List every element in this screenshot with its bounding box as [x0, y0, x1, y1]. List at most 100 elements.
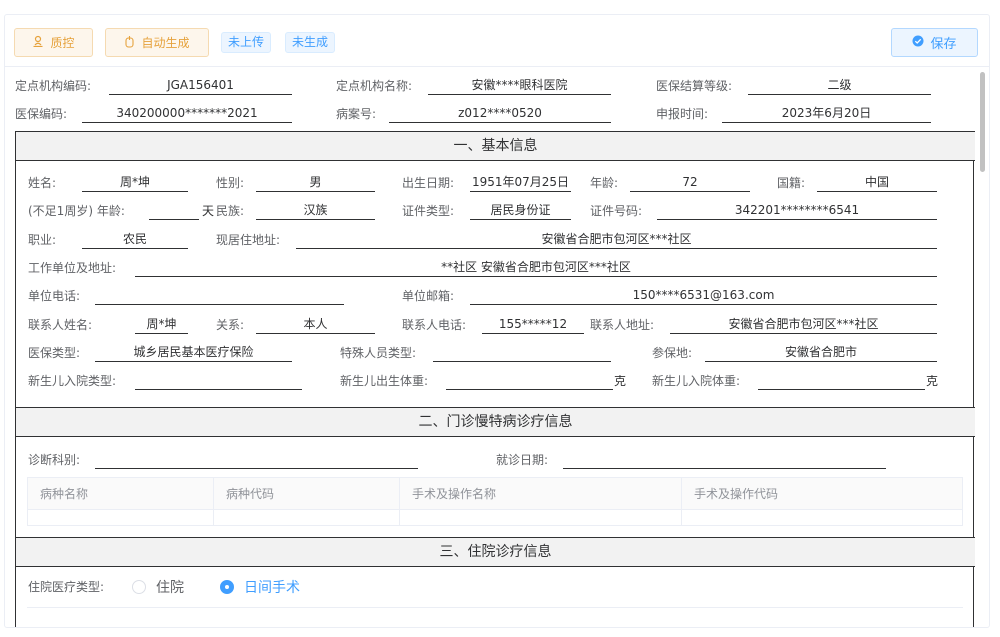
hand-icon: [124, 35, 135, 51]
job-label: 职业:: [28, 233, 57, 247]
radio-circle-icon: [132, 580, 146, 594]
auto-generate-label: 自动生成: [141, 36, 190, 50]
upload-status-tag: 未上传: [221, 32, 272, 53]
contact-addr-label: 联系人地址:: [590, 318, 655, 332]
diag-dept-field[interactable]: [95, 451, 418, 469]
contact-name-field[interactable]: 周*坤: [135, 316, 188, 334]
ins-type-label: 医保类型:: [28, 346, 81, 360]
section-inpatient-header: 三、住院诊疗信息: [16, 537, 975, 567]
save-button[interactable]: 保存: [891, 28, 978, 57]
relation-field[interactable]: 本人: [256, 316, 375, 334]
report-time-field[interactable]: 2023年6月20日: [722, 105, 931, 123]
contact-name-label: 联系人姓名:: [28, 318, 93, 332]
section-outpatient-header: 二、门诊慢特病诊疗信息: [16, 407, 975, 437]
work-label: 工作单位及地址:: [28, 261, 117, 275]
contact-addr-field[interactable]: 安徽省合肥市包河区***社区: [670, 316, 937, 334]
special-label: 特殊人员类型:: [340, 346, 417, 360]
id-no-field[interactable]: 342201********6541: [657, 202, 937, 220]
age-label: 年龄:: [590, 176, 619, 190]
qc-button[interactable]: 质控: [14, 28, 93, 57]
newborn-birth-weight-label: 新生儿出生体重:: [340, 374, 429, 388]
nation-field[interactable]: 中国: [817, 174, 937, 192]
settle-level-field[interactable]: 二级: [748, 77, 931, 95]
newborn-birth-weight-unit: 克: [614, 374, 627, 388]
newborn-admit-weight-unit: 克: [926, 374, 939, 388]
radio-inpatient[interactable]: 住院: [132, 577, 184, 597]
report-time-label: 申报时间:: [656, 107, 709, 121]
work-phone-field[interactable]: [95, 287, 344, 305]
ethnic-field[interactable]: 汉族: [256, 202, 375, 220]
case-no-field[interactable]: z012****0520: [389, 105, 611, 123]
work-email-field[interactable]: 150****6531@163.com: [470, 287, 937, 305]
sex-field[interactable]: 男: [256, 174, 375, 192]
address-field[interactable]: 安徽省合肥市包河区***社区: [296, 231, 937, 249]
visit-date-field[interactable]: [563, 451, 886, 469]
id-type-label: 证件类型:: [402, 204, 455, 218]
divider: [27, 607, 963, 608]
table-cell[interactable]: [682, 510, 962, 525]
generate-status-tag: 未生成: [285, 32, 336, 53]
id-type-field[interactable]: 居民身份证: [470, 202, 571, 220]
relation-label: 关系:: [216, 318, 245, 332]
qc-button-label: 质控: [50, 36, 75, 50]
toolbar-divider: [5, 66, 989, 67]
org-name-label: 定点机构名称:: [336, 79, 413, 93]
table-cell[interactable]: [214, 510, 400, 525]
contact-phone-field[interactable]: 155*****12: [482, 316, 584, 334]
settle-level-label: 医保结算等级:: [656, 79, 733, 93]
org-code-field[interactable]: JGA156401: [109, 77, 292, 95]
contact-phone-label: 联系人电话:: [402, 318, 467, 332]
ins-type-field[interactable]: 城乡居民基本医疗保险: [95, 344, 292, 362]
radio-checked-icon: [220, 580, 234, 594]
table-cell[interactable]: [28, 510, 214, 525]
infant-age-field[interactable]: [149, 202, 199, 220]
special-field[interactable]: [433, 344, 611, 362]
id-no-label: 证件号码:: [590, 204, 643, 218]
table-header-disease-code: 病种代码: [214, 478, 400, 510]
work-email-label: 单位邮箱:: [402, 289, 455, 303]
auto-generate-button[interactable]: 自动生成: [105, 28, 209, 57]
ethnic-label: 民族:: [216, 204, 245, 218]
radio-inpatient-label: 住院: [156, 580, 184, 596]
scrollbar-thumb[interactable]: [980, 72, 985, 172]
newborn-type-label: 新生儿入院类型:: [28, 374, 117, 388]
check-circle-icon: [912, 35, 924, 51]
birth-field[interactable]: 1951年07月25日: [470, 174, 571, 192]
infant-age-label: (不足1周岁) 年龄:: [28, 204, 125, 218]
inpatient-type-label: 住院医疗类型:: [28, 580, 105, 594]
age-field[interactable]: 72: [630, 174, 750, 192]
birth-label: 出生日期:: [402, 176, 455, 190]
record-card: 质控 自动生成 未上传 未生成 保存 定点机构编码: JGA156401 定点机…: [4, 14, 990, 628]
radio-day-surgery-label: 日间手术: [244, 580, 300, 596]
name-field[interactable]: 周*坤: [82, 174, 188, 192]
insurance-code-field[interactable]: 340200000*******2021: [82, 105, 292, 123]
sex-label: 性别:: [216, 176, 245, 190]
table-cell[interactable]: [400, 510, 682, 525]
org-code-label: 定点机构编码:: [15, 79, 92, 93]
newborn-admit-weight-field[interactable]: [758, 372, 925, 390]
newborn-birth-weight-field[interactable]: [446, 372, 613, 390]
ins-place-field[interactable]: 安徽省合肥市: [705, 344, 937, 362]
org-name-field[interactable]: 安徽****眼科医院: [428, 77, 611, 95]
insurance-code-label: 医保编码:: [15, 107, 68, 121]
diag-dept-label: 诊断科别:: [28, 453, 81, 467]
visit-date-label: 就诊日期:: [496, 453, 549, 467]
work-field[interactable]: **社区 安徽省合肥市包河区***社区: [135, 259, 937, 277]
table-header-disease-name: 病种名称: [28, 478, 214, 510]
section-basic-header: 一、基本信息: [16, 131, 975, 161]
table-header-surgery-code: 手术及操作代码: [682, 478, 962, 510]
disease-table: 病种名称 病种代码 手术及操作名称 手术及操作代码: [27, 477, 963, 526]
save-button-label: 保存: [930, 37, 957, 52]
table-header-surgery-name: 手术及操作名称: [400, 478, 682, 510]
name-label: 姓名:: [28, 176, 57, 190]
newborn-type-field[interactable]: [135, 372, 302, 390]
newborn-admit-weight-label: 新生儿入院体重:: [652, 374, 741, 388]
case-no-label: 病案号:: [336, 107, 377, 121]
user-icon: [32, 35, 44, 50]
job-field[interactable]: 农民: [82, 231, 188, 249]
radio-day-surgery[interactable]: 日间手术: [220, 577, 300, 597]
nation-label: 国籍:: [777, 176, 806, 190]
form-area: 一、基本信息 姓名: 周*坤 性别: 男 出生日期: 1951年07月25日 年…: [15, 131, 975, 627]
vertical-scrollbar[interactable]: [977, 70, 989, 627]
infant-age-unit: 天: [202, 204, 215, 218]
